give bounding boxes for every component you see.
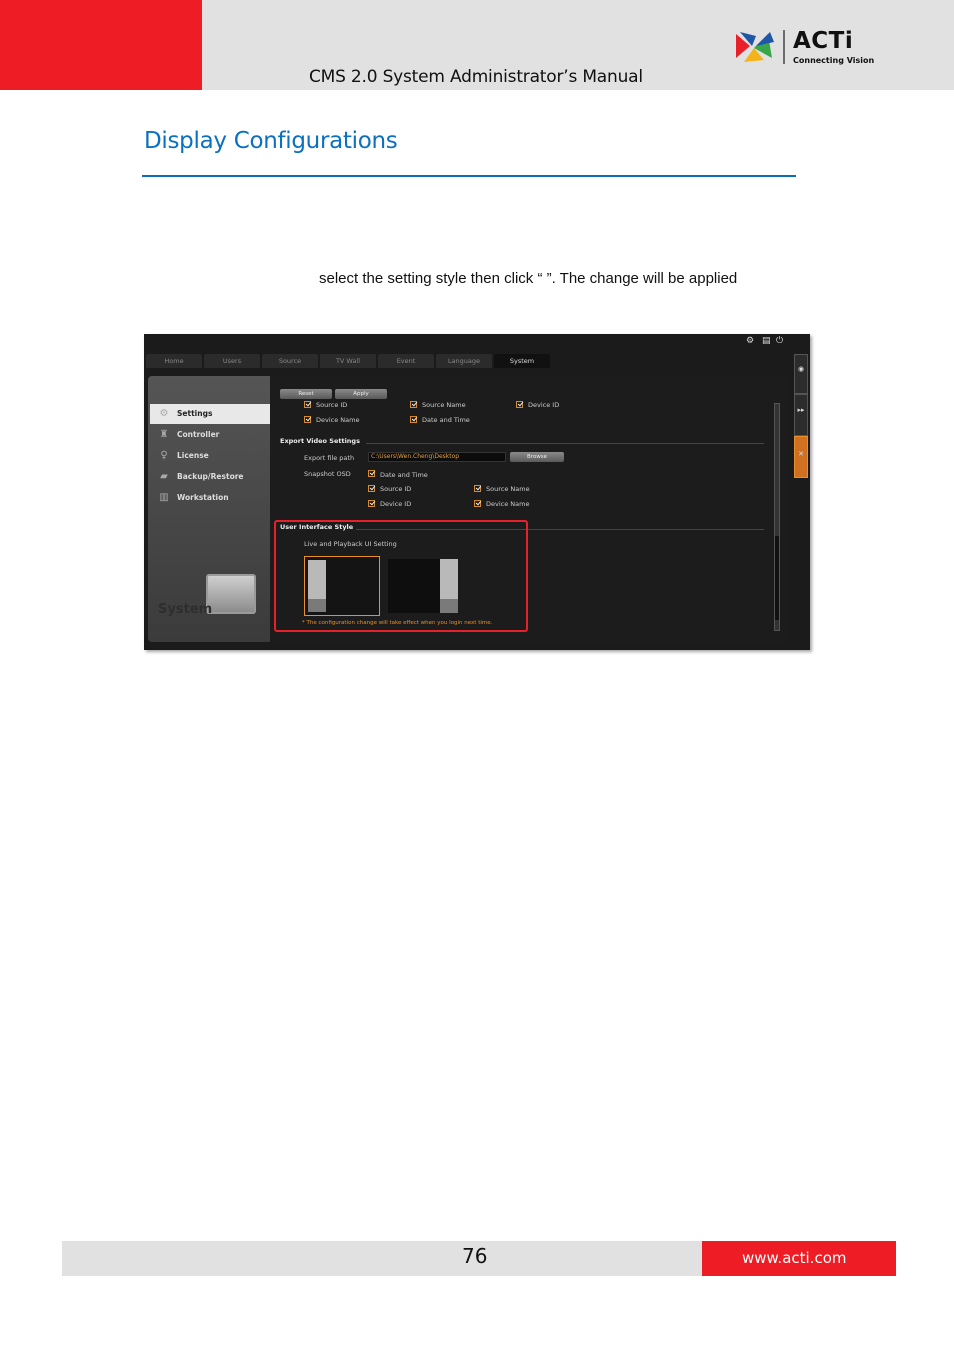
checkbox[interactable] <box>304 416 311 423</box>
system-label: System <box>158 602 213 617</box>
footer-url[interactable]: www.acti.com <box>742 1249 847 1267</box>
tab-home[interactable]: Home <box>146 354 202 368</box>
section-rule <box>142 175 796 177</box>
eye-icon: ◉ <box>797 365 805 373</box>
checkbox-label: Source Name <box>422 401 466 409</box>
field-label: Export file path <box>304 454 355 462</box>
nav-label: Workstation <box>177 493 229 502</box>
setup-button[interactable]: ✕ <box>794 436 808 478</box>
logo-word: ACTi <box>793 28 854 54</box>
checkbox-label: Date and Time <box>422 416 470 424</box>
tab-users[interactable]: Users <box>204 354 260 368</box>
fast-forward-icon: ▸▸ <box>797 406 805 414</box>
divider <box>366 443 764 444</box>
checkbox-label: Source Name <box>486 485 530 493</box>
nav-item-backup-restore[interactable]: ▰ Backup/Restore <box>150 467 280 487</box>
nav-label: License <box>177 451 209 460</box>
export-path-input[interactable]: C:\Users\Wen.Cheng\Desktop <box>368 452 506 462</box>
browse-button[interactable]: Browse <box>510 452 564 462</box>
nav-item-license[interactable]: ♀ License <box>150 446 280 466</box>
folder-icon: ▰ <box>160 471 168 482</box>
checkbox-label: Device Name <box>486 500 530 508</box>
checkbox[interactable] <box>368 485 375 492</box>
nav-item-controller[interactable]: ♜ Controller <box>150 425 280 445</box>
checkbox[interactable] <box>516 401 523 408</box>
footer-bar <box>62 1241 702 1276</box>
joystick-icon: ♜ <box>159 429 169 440</box>
content-panel: ⚙ Settings ♜ Controller ♀ License ▰ Back… <box>148 376 788 642</box>
monitor-gear-icon <box>206 574 256 614</box>
checkbox[interactable] <box>474 485 481 492</box>
checkbox-label: Device Name <box>316 416 360 424</box>
server-icon: ▥ <box>159 492 169 503</box>
nav-label: Controller <box>177 430 220 439</box>
gear-icon: ⚙ <box>159 408 169 419</box>
cms-screenshot: ⚙ ▤ ⏻ Home Users Source TV Wall Event La… <box>144 334 810 650</box>
checkbox-label: Source ID <box>316 401 348 409</box>
gear-icon[interactable]: ⚙ <box>746 336 754 346</box>
checkbox[interactable] <box>474 500 481 507</box>
checkbox-label: Device ID <box>380 500 412 508</box>
checkbox-label: Device ID <box>528 401 560 409</box>
checkbox[interactable] <box>368 500 375 507</box>
checkbox-label: Source ID <box>380 485 412 493</box>
checkbox-label: Date and Time <box>380 471 428 479</box>
checkbox[interactable] <box>304 401 311 408</box>
document-icon[interactable]: ▤ <box>762 336 771 346</box>
page-number: 76 <box>462 1244 488 1268</box>
tools-icon: ✕ <box>798 450 804 458</box>
field-label: Snapshot OSD <box>304 470 351 478</box>
highlight-box <box>274 520 528 632</box>
scrollbar-thumb[interactable] <box>775 536 779 620</box>
settings-panel: Reset Apply Source ID Source Name Device… <box>270 376 788 642</box>
nav-label: Settings <box>177 409 213 418</box>
tab-system[interactable]: System <box>494 354 550 368</box>
power-icon[interactable]: ⏻ <box>776 336 783 346</box>
key-icon: ♀ <box>160 450 168 461</box>
manual-title: CMS 2.0 System Administrator’s Manual <box>309 67 643 87</box>
body-text-line: select the setting style then click “ ”.… <box>319 270 738 287</box>
reset-button[interactable]: Reset <box>280 389 332 399</box>
section-heading: Export Video Settings <box>280 437 360 445</box>
side-nav: ⚙ Settings ♜ Controller ♀ License ▰ Back… <box>148 376 280 642</box>
header-red-block <box>0 0 202 90</box>
checkbox[interactable] <box>410 401 417 408</box>
live-view-button[interactable]: ◉ <box>794 354 808 394</box>
nav-item-workstation[interactable]: ▥ Workstation <box>150 488 280 508</box>
section-title: Display Configurations <box>144 128 398 154</box>
apply-button[interactable]: Apply <box>335 389 387 399</box>
logo-tagline: Connecting Vision <box>793 56 875 65</box>
checkbox[interactable] <box>368 470 375 477</box>
playback-button[interactable]: ▸▸ <box>794 394 808 436</box>
tab-tv-wall[interactable]: TV Wall <box>320 354 376 368</box>
checkbox[interactable] <box>410 416 417 423</box>
nav-item-settings[interactable]: ⚙ Settings <box>150 404 280 424</box>
tab-bar: Home Users Source TV Wall Event Language… <box>144 352 792 368</box>
nav-label: Backup/Restore <box>177 472 244 481</box>
tab-source[interactable]: Source <box>262 354 318 368</box>
tab-language[interactable]: Language <box>436 354 492 368</box>
tab-event[interactable]: Event <box>378 354 434 368</box>
